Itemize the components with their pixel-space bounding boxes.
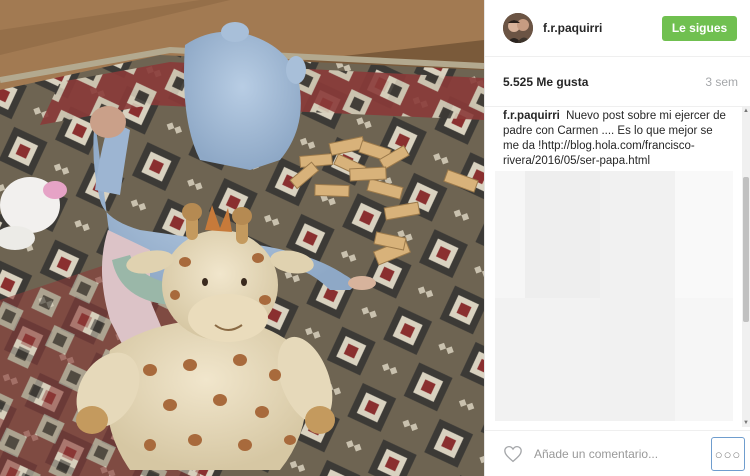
post-modal: f.r.paquirri Le sigues 5.525 Me gusta 3 … <box>0 0 750 476</box>
photo-illustration <box>0 0 484 476</box>
post-header: f.r.paquirri Le sigues <box>485 0 750 57</box>
more-options-icon: ○○○ <box>714 446 742 462</box>
heart-icon <box>504 445 522 462</box>
post-footer: ○○○ <box>485 430 750 476</box>
redacted-block <box>675 171 733 298</box>
caption: f.r.paquirri Nuevo post sobre mi ejercer… <box>485 107 750 169</box>
avatar[interactable] <box>503 13 533 43</box>
more-options-button[interactable]: ○○○ <box>711 437 745 471</box>
comment-input[interactable] <box>532 445 701 462</box>
redacted-block <box>495 298 600 421</box>
following-button[interactable]: Le sigues <box>662 15 737 41</box>
redacted-block <box>600 171 675 421</box>
scroll-thumb[interactable] <box>743 177 749 322</box>
likes-count[interactable]: 5.525 Me gusta <box>503 75 588 89</box>
post-photo[interactable] <box>0 0 484 476</box>
like-button[interactable] <box>502 443 524 465</box>
comments-scrollbar[interactable]: ▲ ▼ <box>742 107 750 427</box>
post-timestamp[interactable]: 3 sem <box>705 75 738 89</box>
scroll-up-arrow-icon[interactable]: ▲ <box>742 107 750 115</box>
redacted-block <box>525 171 600 298</box>
redacted-content <box>495 171 733 421</box>
scroll-down-arrow-icon[interactable]: ▼ <box>742 419 750 427</box>
post-stats: 5.525 Me gusta 3 sem <box>485 57 750 107</box>
post-sidebar: f.r.paquirri Le sigues 5.525 Me gusta 3 … <box>484 0 750 476</box>
comments-area: f.r.paquirri Nuevo post sobre mi ejercer… <box>485 107 750 427</box>
caption-username[interactable]: f.r.paquirri <box>503 110 560 122</box>
avatar-image <box>503 13 533 43</box>
username[interactable]: f.r.paquirri <box>543 21 662 35</box>
